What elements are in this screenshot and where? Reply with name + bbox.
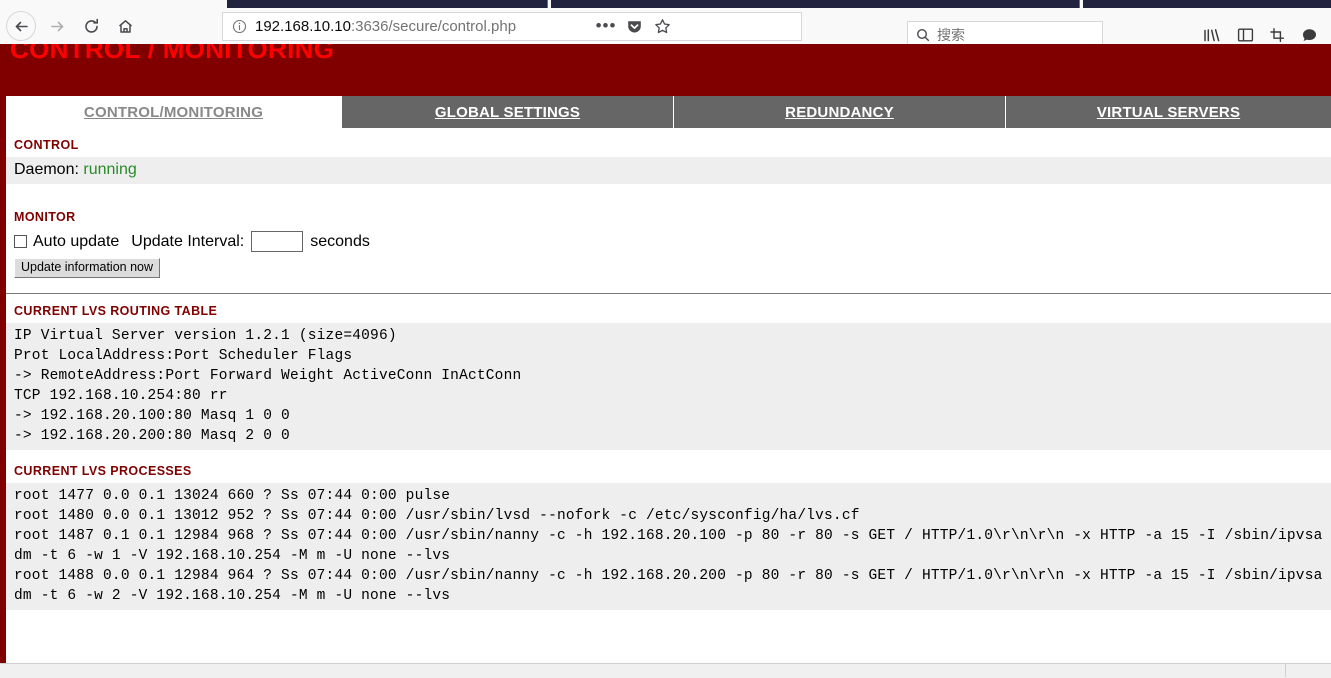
- monitor-controls-row: Auto update Update Interval: seconds: [6, 229, 1331, 252]
- forward-arrow-icon[interactable]: [42, 11, 72, 41]
- monitor-section-title: MONITOR: [14, 210, 76, 224]
- page-title: CONTROL / MONITORING: [10, 44, 335, 64]
- browser-tab-1[interactable]: [227, 0, 547, 8]
- pocket-icon[interactable]: [622, 14, 646, 38]
- url-host: 192.168.10.10: [255, 18, 351, 35]
- daemon-status-row: Daemon: running: [6, 157, 1331, 184]
- console-line: root 1487 0.1 0.1 12984 968 ? Ss 07:44 0…: [14, 528, 1323, 564]
- navigation-toolbar: 192.168.10.10:3636/secure/control.php ••…: [0, 8, 1331, 49]
- tab-divider: [1079, 0, 1080, 8]
- console-line: root 1480 0.0 0.1 13012 952 ? Ss 07:44 0…: [14, 508, 860, 524]
- update-information-now-button[interactable]: Update information now: [14, 258, 161, 278]
- control-section-title: CONTROL: [14, 138, 79, 152]
- search-input[interactable]: 搜索: [937, 25, 965, 45]
- tab-global-settings[interactable]: GLOBAL SETTINGS: [342, 96, 674, 128]
- console-line: IP Virtual Server version 1.2.1 (size=40…: [14, 328, 397, 344]
- tab-control-monitoring[interactable]: CONTROL/MONITORING: [6, 96, 342, 128]
- url-bar[interactable]: 192.168.10.10:3636/secure/control.php: [222, 12, 802, 41]
- horizontal-scrollbar-thumb[interactable]: [0, 666, 1285, 676]
- tab-divider: [547, 0, 548, 8]
- browser-chrome: 192.168.10.10:3636/secure/control.php ••…: [0, 0, 1331, 49]
- update-interval-input[interactable]: [251, 231, 304, 252]
- seconds-label: seconds: [310, 232, 370, 250]
- horizontal-scrollbar[interactable]: [0, 663, 1331, 678]
- tab-bar: CONTROL/MONITORING GLOBAL SETTINGS REDUN…: [6, 96, 1331, 128]
- info-circle-icon[interactable]: [232, 19, 247, 34]
- console-line: -> 192.168.20.100:80 Masq 1 0 0: [14, 408, 290, 424]
- console-line: -> 192.168.20.200:80 Masq 2 0 0: [14, 428, 290, 444]
- home-icon[interactable]: [110, 11, 140, 41]
- reload-icon[interactable]: [76, 11, 106, 41]
- browser-tab-strip[interactable]: [0, 0, 1331, 8]
- page-banner: CONTROL / MONITORING: [0, 44, 1331, 96]
- lvs-processes-output: root 1477 0.0 0.1 13024 660 ? Ss 07:44 0…: [6, 483, 1331, 610]
- auto-update-checkbox[interactable]: [14, 235, 27, 248]
- tab-redundancy[interactable]: REDUNDANCY: [674, 96, 1006, 128]
- star-icon[interactable]: [650, 14, 674, 38]
- page-body: CONTROL/MONITORING GLOBAL SETTINGS REDUN…: [0, 96, 1331, 678]
- ellipsis-icon[interactable]: •••: [594, 14, 618, 38]
- back-arrow-icon[interactable]: [6, 11, 36, 41]
- search-icon: [916, 28, 930, 42]
- console-line: TCP 192.168.10.254:80 rr: [14, 388, 228, 404]
- daemon-status-badge: running: [83, 161, 137, 178]
- routing-table-section-title: CURRENT LVS ROUTING TABLE: [14, 304, 218, 318]
- daemon-label: Daemon:: [14, 161, 79, 178]
- url-text: 192.168.10.10:3636/secure/control.php: [255, 18, 516, 35]
- update-interval-label: Update Interval:: [131, 232, 245, 250]
- console-line: Prot LocalAddress:Port Scheduler Flags: [14, 348, 353, 364]
- page-content: CONTROL / MONITORING CONTROL/MONITORING …: [0, 44, 1331, 678]
- console-line: -> RemoteAddress:Port Forward Weight Act…: [14, 368, 522, 384]
- scrollbar-corner: [1285, 664, 1331, 677]
- lvs-routing-table-output: IP Virtual Server version 1.2.1 (size=40…: [6, 323, 1331, 450]
- browser-tab-3[interactable]: [1083, 0, 1331, 8]
- tab-virtual-servers[interactable]: VIRTUAL SERVERS: [1006, 96, 1331, 128]
- console-line: root 1477 0.0 0.1 13024 660 ? Ss 07:44 0…: [14, 488, 451, 504]
- browser-tab-2[interactable]: [551, 0, 1079, 8]
- console-line: root 1488 0.0 0.1 12984 964 ? Ss 07:44 0…: [14, 568, 1323, 604]
- url-path: :3636/secure/control.php: [350, 18, 517, 35]
- processes-section-title: CURRENT LVS PROCESSES: [14, 464, 192, 478]
- auto-update-label: Auto update: [33, 232, 120, 250]
